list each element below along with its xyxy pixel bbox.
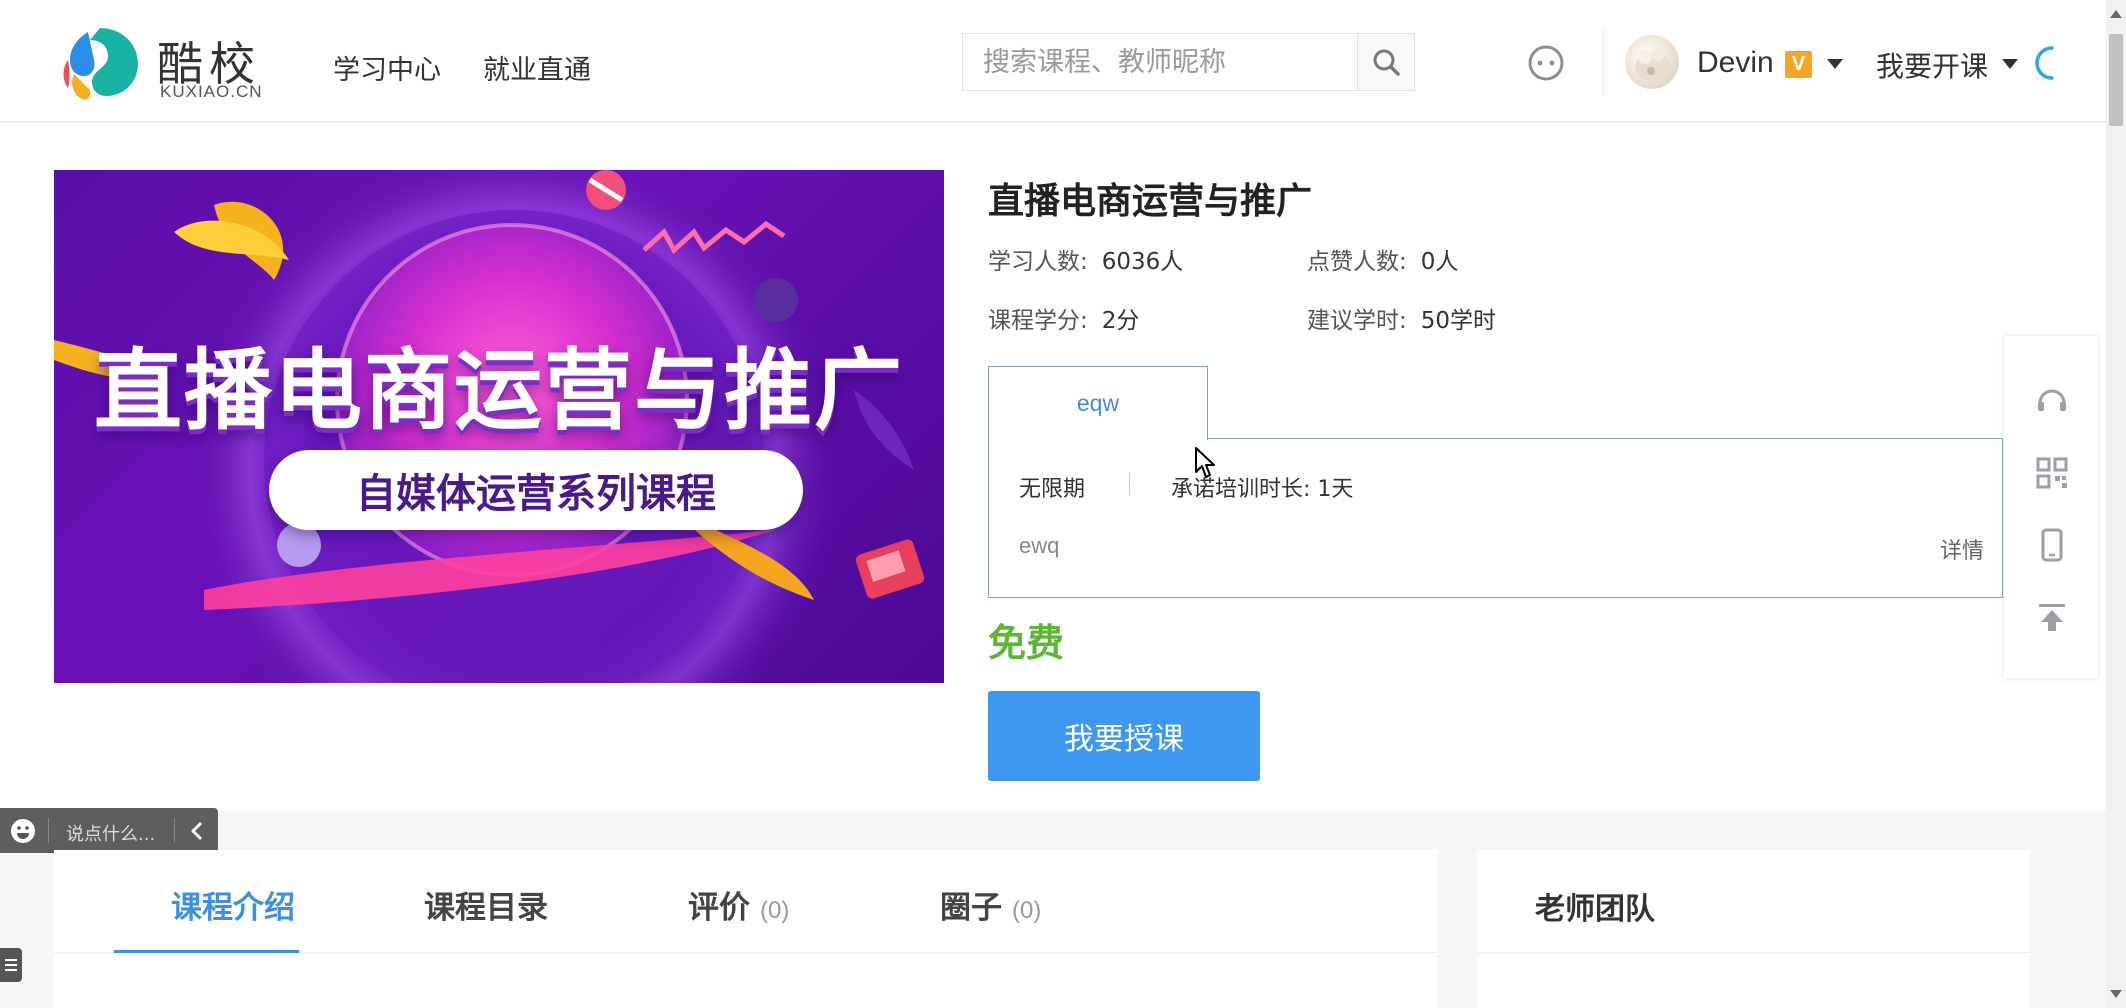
avatar-image-icon <box>1635 49 1671 81</box>
scroll-up-arrow-icon[interactable] <box>2110 10 2122 18</box>
loading-spinner-icon <box>2035 46 2054 80</box>
scroll-down-arrow-icon[interactable] <box>2110 990 2122 998</box>
stat-hours-value: 50学时 <box>1420 308 1497 334</box>
danmaku-comment-bar: 说点什么... <box>0 808 218 853</box>
username[interactable]: Devin <box>1697 46 1774 80</box>
support-button[interactable] <box>2004 366 2100 436</box>
stat-credits: 课程学分: 2分 <box>988 301 1139 335</box>
nav-learning-center[interactable]: 学习中心 <box>333 48 441 87</box>
tab-reviews[interactable]: 评价 (0) <box>688 882 789 927</box>
nav-career-direct[interactable]: 就业直通 <box>483 48 591 87</box>
stat-learners-value: 6036人 <box>1101 249 1184 275</box>
back-to-top-icon <box>2039 604 2065 631</box>
teach-course-button[interactable]: 我要授课 <box>988 691 1260 781</box>
plan-detail-link[interactable]: 详情 <box>1940 533 1984 565</box>
banner-subtitle-text: 自媒体运营系列课程 <box>269 450 803 530</box>
stat-credits-value: 2分 <box>1101 308 1140 334</box>
qrcode-icon <box>2036 457 2068 489</box>
tab-label: 评价 <box>688 890 750 926</box>
tab-circle[interactable]: 圈子 (0) <box>940 882 1041 927</box>
tab-label: 课程目录 <box>424 890 548 926</box>
teacher-team-card: 老师团队 <box>1477 850 2030 1008</box>
plan-details-box: 无限期 承诺培训时长: 1天 ewq 详情 <box>988 438 2003 598</box>
tab-label: 课程介绍 <box>171 890 295 926</box>
course-banner-image: 直播电商运营与推广 自媒体运营系列课程 <box>54 170 944 683</box>
comment-input[interactable]: 说点什么... <box>66 820 155 846</box>
comment-separator <box>174 818 175 843</box>
back-to-top-button[interactable] <box>2004 582 2100 652</box>
open-course-caret-icon[interactable] <box>2002 59 2018 69</box>
mini-menu-button[interactable] <box>0 948 22 982</box>
search-icon <box>1373 49 1400 76</box>
stat-hours-label: 建议学时: <box>1307 308 1407 334</box>
mobile-icon <box>2041 528 2063 562</box>
header-divider <box>1603 28 1604 96</box>
logo-english-text: KUXIAO.CN <box>160 82 263 101</box>
chevron-left-icon[interactable] <box>186 818 208 844</box>
mouse-pointer-icon <box>1195 447 1215 478</box>
plan-validity: 无限期 <box>1019 477 1086 502</box>
stat-hours: 建议学时: 50学时 <box>1307 301 1496 335</box>
user-avatar[interactable] <box>1625 35 1679 89</box>
course-title: 直播电商运营与推广 <box>988 181 1313 222</box>
menu-lines-icon <box>5 959 17 971</box>
search-box <box>962 33 1415 91</box>
site-header: 酷校 KUXIAO.CN 学习中心 就业直通 Devin V 我要开课 <box>0 0 2106 122</box>
stat-learners-label: 学习人数: <box>988 249 1088 275</box>
stat-likes: 点赞人数: 0人 <box>1307 242 1458 276</box>
search-button[interactable] <box>1357 34 1414 90</box>
qrcode-button[interactable] <box>2004 438 2100 508</box>
user-menu-caret-icon[interactable] <box>1827 59 1843 69</box>
tab-course-catalog[interactable]: 课程目录 <box>424 882 548 927</box>
scroll-thumb[interactable] <box>2109 34 2123 126</box>
stat-credits-label: 课程学分: <box>988 308 1088 334</box>
logo-mark-icon <box>63 28 138 100</box>
banner-title-text: 直播电商运营与推广 <box>93 339 904 442</box>
headset-icon <box>2038 389 2066 411</box>
floating-toolbar <box>2003 335 2099 680</box>
chat-bubble-icon[interactable] <box>1527 44 1565 82</box>
plan-description: ewq <box>1019 533 1060 558</box>
open-course-menu[interactable]: 我要开课 <box>1876 45 1988 85</box>
plan-separator <box>1129 473 1130 495</box>
plan-tab-eqw[interactable]: eqw <box>988 366 1208 440</box>
tab-count: (0) <box>1012 897 1042 924</box>
search-input[interactable] <box>963 34 1358 90</box>
teacher-card-divider <box>1477 952 2030 953</box>
tab-course-intro[interactable]: 课程介绍 <box>171 882 295 927</box>
tab-label: 圈子 <box>940 890 1002 926</box>
teacher-team-title: 老师团队 <box>1535 892 1655 927</box>
course-tabs-card: 课程介绍 课程目录 评价 (0) 圈子 (0) <box>54 850 1437 1008</box>
tab-count: (0) <box>760 897 790 924</box>
stat-likes-label: 点赞人数: <box>1307 249 1407 275</box>
mobile-button[interactable] <box>2004 510 2100 580</box>
active-tab-indicator <box>114 950 299 953</box>
site-logo[interactable]: 酷校 KUXIAO.CN <box>60 20 270 104</box>
comment-separator <box>48 818 49 843</box>
smiley-icon[interactable] <box>10 818 36 844</box>
page-scrollbar[interactable] <box>2106 0 2126 1008</box>
vip-badge: V <box>1785 51 1812 78</box>
stat-likes-value: 0人 <box>1420 249 1459 275</box>
stat-learners: 学习人数: 6036人 <box>988 242 1183 276</box>
course-price: 免费 <box>988 621 1065 665</box>
